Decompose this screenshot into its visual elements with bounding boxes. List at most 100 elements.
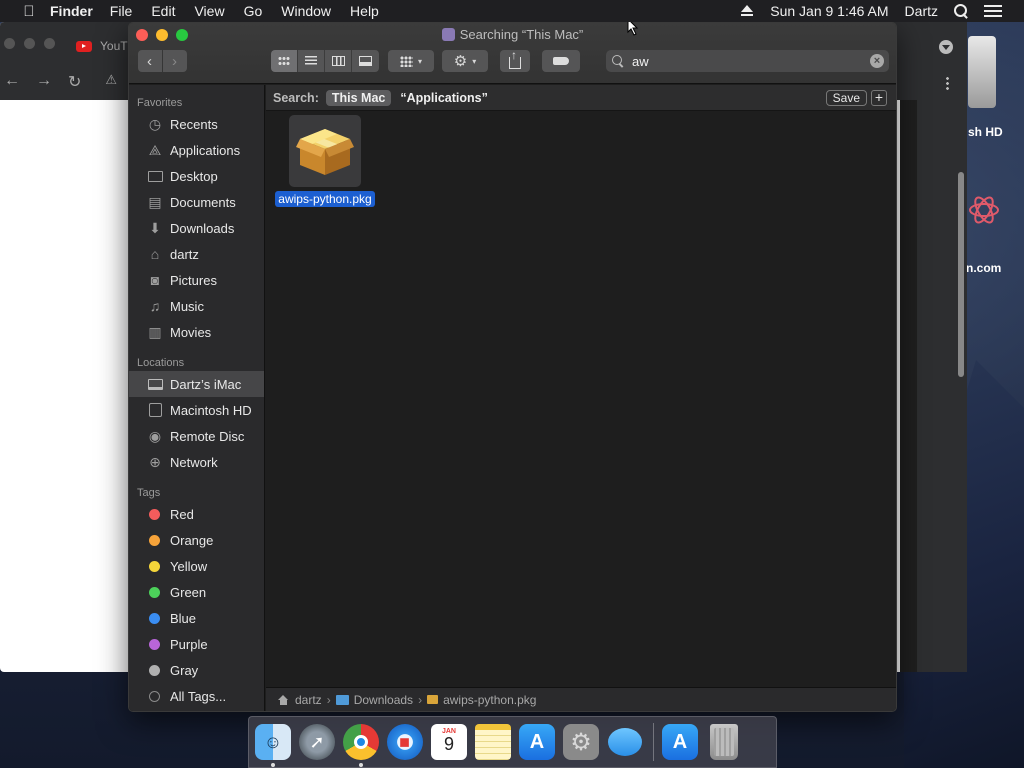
dock-chrome-icon[interactable] (343, 724, 379, 767)
sidebar-item-label: Green (170, 584, 207, 600)
dock-launchpad-icon[interactable]: ➚ (299, 724, 335, 760)
menu-file[interactable]: File (110, 3, 133, 19)
menu-user[interactable]: Dartz (905, 3, 938, 19)
dock-finder-icon[interactable]: ☺ (255, 724, 291, 767)
dock-notes-icon[interactable] (475, 724, 511, 760)
sidebar-item-label: Desktop (170, 168, 218, 184)
browser-window-controls[interactable] (4, 38, 64, 49)
column-view-button[interactable] (325, 50, 352, 72)
dock-appstore-download-icon[interactable]: A (662, 724, 698, 760)
clear-search-icon[interactable]: × (870, 54, 884, 68)
dock-trash-icon[interactable] (710, 724, 738, 760)
sidebar-item-network[interactable]: ⊕ Network (129, 449, 264, 475)
browser-scrollbar[interactable] (958, 172, 964, 377)
sidebar-item-desktop[interactable]: Desktop (129, 163, 264, 189)
dock-calendar-icon[interactable]: JAN 9 (431, 724, 467, 760)
file-name-label[interactable]: awips-python.pkg (275, 191, 375, 207)
apple-icon[interactable]:  (18, 3, 40, 20)
path-segment-downloads[interactable]: Downloads (335, 693, 413, 707)
back-button[interactable]: ‹ (137, 50, 162, 72)
orange-tag-dot-icon (149, 534, 160, 546)
sidebar-tag-orange[interactable]: Orange (129, 527, 264, 553)
share-button[interactable] (500, 48, 530, 72)
path-bar: dartz › Downloads › awips-python.pkg (266, 687, 896, 711)
file-area[interactable]: awips-python.pkg (266, 112, 896, 687)
sidebar-item-remote-disc[interactable]: ◉ Remote Disc (129, 423, 264, 449)
path-separator-icon: › (418, 692, 423, 707)
forward-arrow-icon[interactable]: → (36, 72, 52, 92)
desktop-drive-icon[interactable] (968, 36, 996, 108)
menu-edit[interactable]: Edit (151, 3, 175, 19)
nav-buttons: ‹ › (137, 50, 187, 72)
sidebar-item-applications[interactable]: ⟁ Applications (129, 137, 264, 163)
sidebar-item-pictures[interactable]: ◙ Pictures (129, 267, 264, 293)
sidebar-item-downloads[interactable]: ⬇ Downloads (129, 215, 264, 241)
sidebar-item-label: Red (170, 506, 194, 522)
scope-applications[interactable]: “Applications” (400, 91, 488, 105)
file-item[interactable]: awips-python.pkg (271, 115, 379, 207)
dock-messages-icon[interactable] (607, 724, 643, 760)
menu-app-name[interactable]: Finder (50, 3, 93, 19)
warning-icon[interactable]: ⚠ (105, 72, 117, 92)
sidebar-item-movies[interactable]: ▥ Movies (129, 319, 264, 345)
window-title-text: Searching “This Mac” (459, 27, 584, 42)
sidebar-tag-blue[interactable]: Blue (129, 605, 264, 631)
save-search-button[interactable]: Save (825, 89, 867, 106)
sidebar-item-label: Orange (170, 532, 214, 548)
purple-tag-dot-icon (149, 638, 160, 650)
action-button[interactable]: ⚙ ▾ (442, 50, 488, 72)
scope-this-mac[interactable]: This Mac (325, 89, 392, 106)
eject-icon[interactable] (740, 4, 754, 18)
sidebar-tag-red[interactable]: Red (129, 501, 264, 527)
desktop-atom-icon[interactable] (966, 175, 1000, 245)
dock-appstore-icon[interactable]: A (519, 724, 555, 760)
menu-window[interactable]: Window (281, 3, 331, 19)
chevron-down-icon: ▾ (417, 56, 422, 66)
chevron-down-icon[interactable] (939, 40, 953, 54)
search-field[interactable]: × (606, 50, 889, 72)
sidebar-item-music[interactable]: ♫ Music (129, 293, 264, 319)
sidebar-tag-purple[interactable]: Purple (129, 631, 264, 657)
menu-help[interactable]: Help (350, 3, 379, 19)
path-label: dartz (295, 692, 322, 707)
desktop-drive-label: sh HD (968, 125, 1003, 139)
browser-tab[interactable]: YouT (76, 39, 128, 53)
sidebar-item-macintosh-hd[interactable]: Macintosh HD (129, 397, 264, 423)
icon-view-button[interactable] (271, 50, 298, 72)
browser-content-edge (900, 100, 917, 672)
forward-button[interactable]: › (162, 50, 187, 72)
group-by-button[interactable]: ▾ (388, 50, 434, 72)
sidebar-item-recents[interactable]: ◷ Recents (129, 111, 264, 137)
sidebar-item-imac[interactable]: Dartz’s iMac (129, 371, 264, 397)
more-options-icon[interactable] (946, 76, 949, 90)
camera-icon: ◙ (150, 272, 160, 288)
tag-icon (553, 57, 569, 65)
back-arrow-icon[interactable]: ← (4, 72, 20, 92)
sidebar-item-documents[interactable]: ▤ Documents (129, 189, 264, 215)
edit-tags-button[interactable] (542, 50, 580, 72)
menu-clock[interactable]: Sun Jan 9 1:46 AM (770, 3, 888, 19)
sidebar-item-label: Yellow (170, 558, 208, 574)
sidebar-item-home[interactable]: ⌂ dartz (129, 241, 264, 267)
add-criteria-button[interactable]: + (871, 89, 887, 106)
search-input[interactable] (632, 53, 862, 69)
path-segment-file[interactable]: awips-python.pkg (427, 693, 536, 707)
spotlight-icon[interactable] (954, 4, 968, 18)
reload-icon[interactable]: ↻ (68, 72, 81, 92)
finder-face-icon: ☺ (263, 731, 283, 752)
sidebar-tag-all[interactable]: All Tags... (129, 683, 264, 709)
sidebar-tag-green[interactable]: Green (129, 579, 264, 605)
dock-safari-icon[interactable]: ◆ (387, 724, 423, 760)
sidebar-item-label: Downloads (170, 220, 235, 236)
dock-system-preferences-icon[interactable]: ⚙ (563, 724, 599, 760)
menu-view[interactable]: View (194, 3, 224, 19)
sidebar-tag-gray[interactable]: Gray (129, 657, 264, 683)
desktop-site-label: n.com (966, 261, 1002, 275)
sidebar-item-label: Macintosh HD (170, 402, 252, 418)
notification-center-icon[interactable] (984, 4, 1002, 18)
gallery-view-button[interactable] (352, 50, 379, 72)
sidebar-tag-yellow[interactable]: Yellow (129, 553, 264, 579)
path-segment-home[interactable]: dartz (278, 693, 322, 707)
list-view-button[interactable] (298, 50, 325, 72)
menu-go[interactable]: Go (244, 3, 263, 19)
